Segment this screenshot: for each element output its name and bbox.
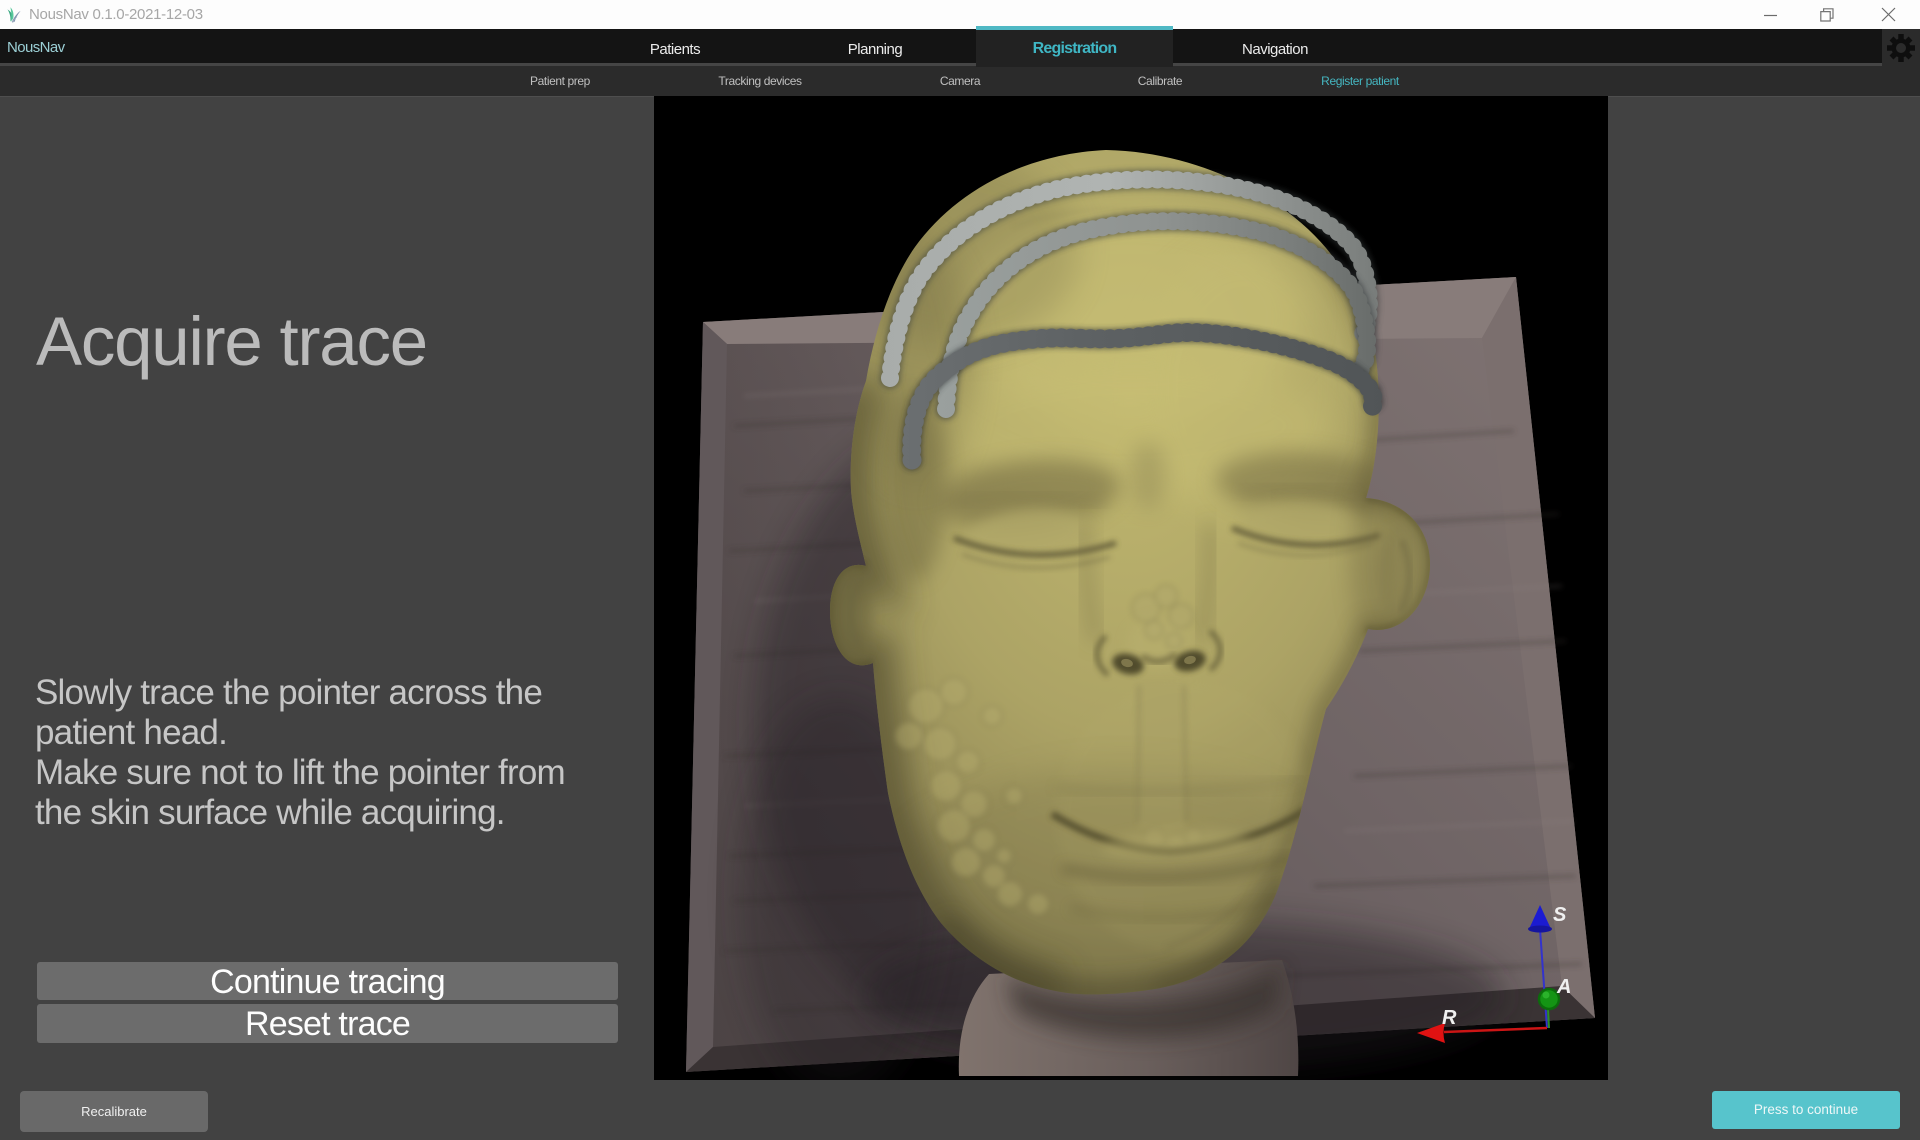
svg-text:S: S <box>1553 904 1567 926</box>
svg-text:A: A <box>1556 976 1571 998</box>
svg-text:R: R <box>1442 1007 1457 1029</box>
